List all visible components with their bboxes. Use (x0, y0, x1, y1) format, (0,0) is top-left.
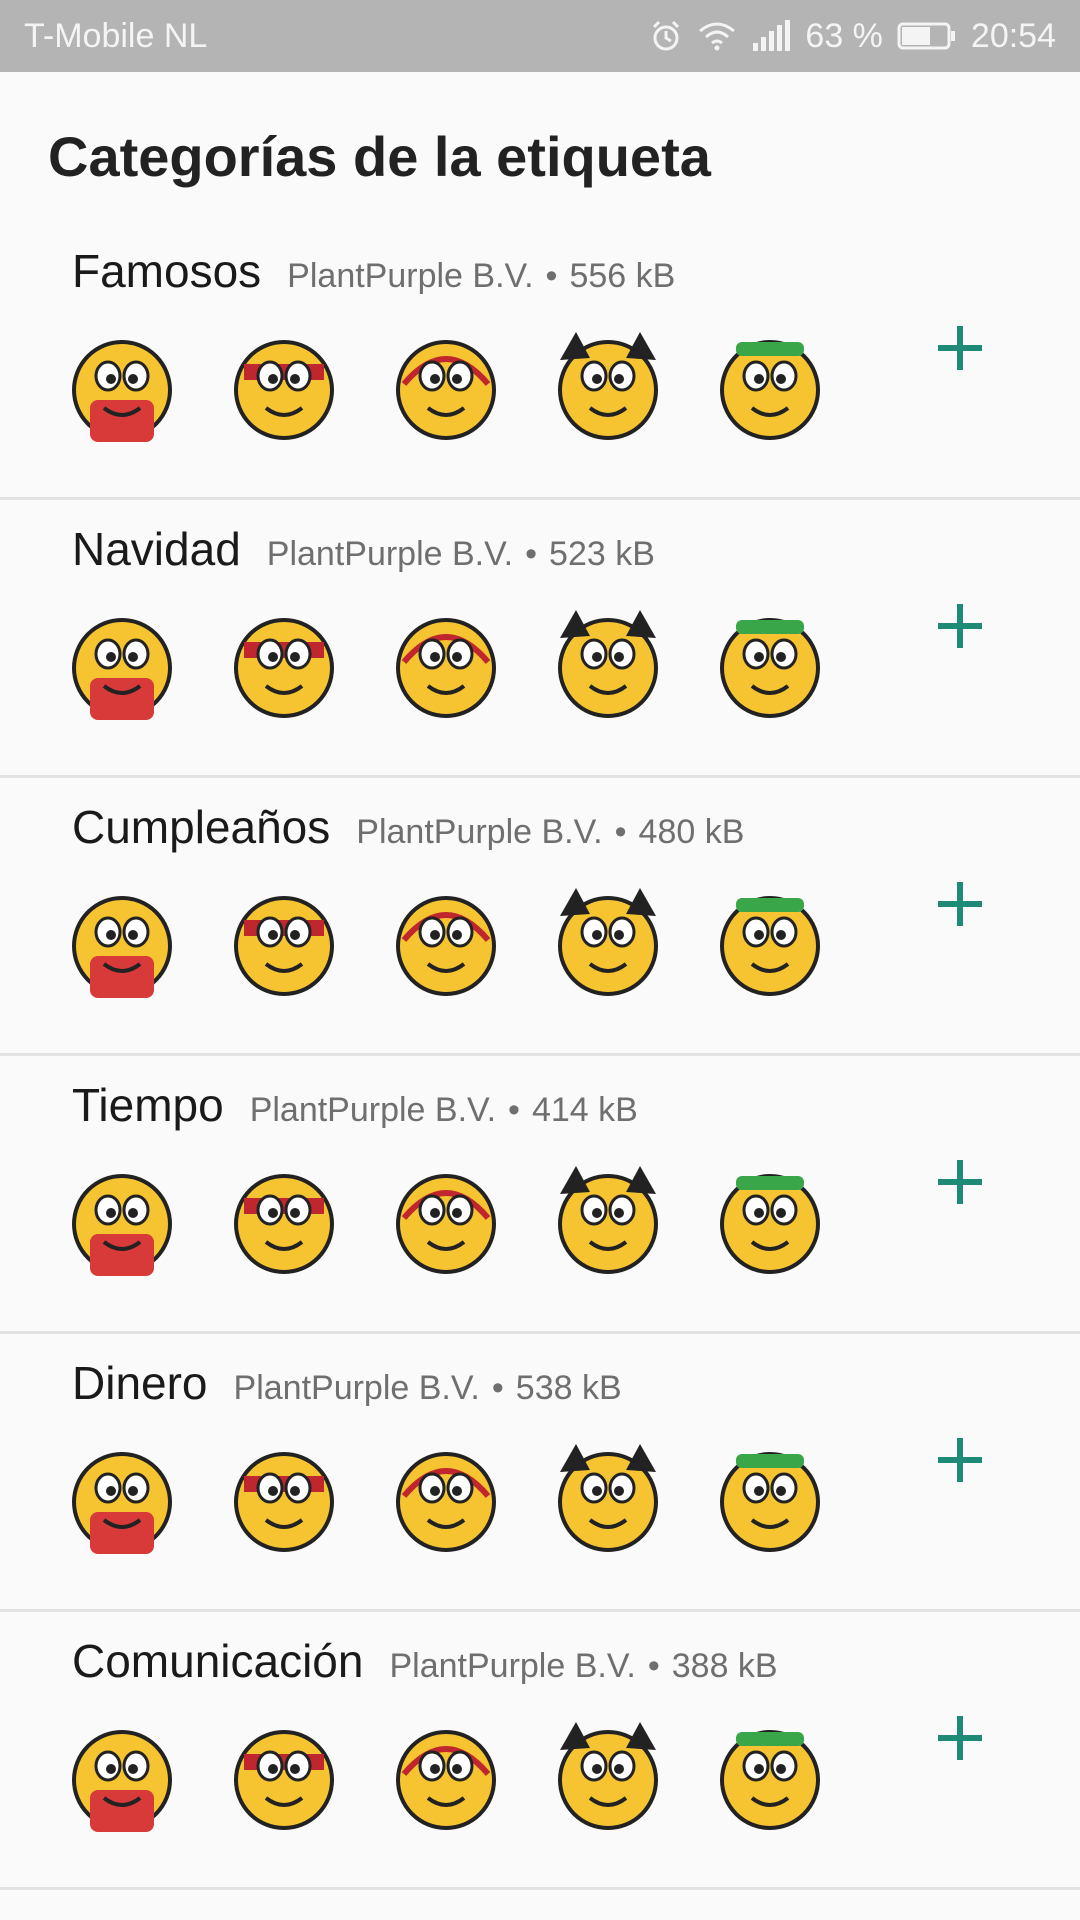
wifi-icon (699, 22, 736, 51)
superhero-emoji (72, 340, 172, 442)
carrier-label: T-Mobile NL (24, 16, 208, 55)
pack-size: 538 kB (515, 1369, 622, 1407)
crying-rain-emoji (396, 1174, 496, 1274)
category-meta: PlantPurple B.V. • 480 kB (356, 813, 745, 851)
add-pack-button[interactable] (930, 874, 990, 934)
pack-size: 414 kB (531, 1091, 638, 1129)
alarm-icon (653, 20, 680, 51)
category-name: Navidad (72, 523, 241, 575)
category-section-dinero[interactable]: Dinero PlantPurple B.V. • 538 kB (0, 1334, 1080, 1612)
category-header: Tiempo PlantPurple B.V. • 414 kB (72, 1078, 638, 1132)
publisher: PlantPurple B.V. (389, 1647, 636, 1685)
ninja-emoji (234, 340, 334, 440)
candy-cane-emoji (720, 618, 820, 718)
santa-chimney-emoji (558, 610, 658, 718)
rainbow-emoji (720, 1174, 820, 1274)
category-header: Famosos PlantPurple B.V. • 556 kB (72, 244, 675, 298)
category-section-navidad[interactable]: Navidad PlantPurple B.V. • 523 kB (0, 500, 1080, 778)
add-pack-button[interactable] (930, 1152, 990, 1212)
pack-size: 480 kB (638, 813, 745, 851)
santa-hat-emoji (234, 618, 334, 718)
rain-umbrella-emoji (234, 1174, 334, 1274)
instagram-camera-emoji (720, 1730, 820, 1830)
money-drip-emoji (558, 1444, 658, 1552)
grinning-diamond-emoji (720, 1452, 820, 1552)
sticker-row (60, 1714, 832, 1838)
category-header: Comunicación PlantPurple B.V. • 388 kB (72, 1634, 778, 1688)
category-section-famosos[interactable]: Famosos PlantPurple B.V. • 556 kB (0, 222, 1080, 500)
category-name: Cumpleaños (72, 801, 331, 853)
page-title: Categorías de la etiqueta (48, 125, 711, 188)
category-meta: PlantPurple B.V. • 556 kB (287, 257, 676, 295)
pack-size: 556 kB (569, 257, 676, 295)
stocking-emoji (396, 618, 496, 718)
category-name: Tiempo (72, 1079, 224, 1131)
follow-me-emoji (396, 1730, 496, 1830)
money-rain-emoji (234, 1452, 334, 1552)
category-header: Cumpleaños PlantPurple B.V. • 480 kB (72, 800, 744, 854)
clock: 20:54 (970, 16, 1056, 55)
add-pack-button[interactable] (930, 318, 990, 378)
status-bar: T-Mobile NL 63 % 20:54 (0, 0, 1080, 72)
publisher: PlantPurple B.V. (249, 1091, 497, 1129)
category-meta: PlantPurple B.V. • 388 kB (389, 1647, 778, 1685)
category-section-cumpleanos[interactable]: Cumpleaños PlantPurple B.V. • 480 kB (0, 778, 1080, 1056)
blowing-candles-emoji (720, 896, 820, 996)
category-section-tiempo[interactable]: Tiempo PlantPurple B.V. • 414 kB (0, 1056, 1080, 1334)
umbrella-emoji (72, 1174, 172, 1276)
storm-cloud-emoji (558, 1166, 658, 1274)
category-meta: PlantPurple B.V. • 538 kB (233, 1369, 622, 1407)
add-pack-button[interactable] (930, 596, 990, 656)
computer-screen-emoji (234, 1730, 334, 1830)
category-meta: PlantPurple B.V. • 523 kB (266, 535, 655, 573)
category-meta: PlantPurple B.V. • 414 kB (249, 1091, 638, 1129)
sticker-row (60, 324, 832, 448)
add-pack-button[interactable] (930, 1708, 990, 1768)
birthday-cake-emoji (72, 896, 172, 998)
category-name: Famosos (72, 245, 262, 297)
sticker-row (60, 602, 832, 726)
pack-size: 388 kB (671, 1647, 778, 1685)
christmas-tree-emoji (72, 618, 172, 720)
sticker-row (60, 880, 832, 1004)
pack-size: 523 kB (549, 535, 655, 573)
publisher: PlantPurple B.V. (356, 813, 603, 851)
category-header: Dinero PlantPurple B.V. • 538 kB (72, 1356, 622, 1410)
publisher: PlantPurple B.V. (233, 1369, 480, 1407)
status-icons: 63 % 20:54 (649, 17, 1056, 56)
battery-percent: 63 % (805, 16, 883, 55)
signal-icon (753, 20, 791, 51)
happy-birthday-shirt-emoji (234, 896, 334, 996)
money-coins-emoji (72, 1452, 172, 1554)
publisher: PlantPurple B.V. (287, 257, 534, 295)
sticker-row (60, 1158, 832, 1282)
presents-emoji (558, 888, 658, 996)
add-pack-button[interactable] (930, 1430, 990, 1490)
foursquare-shirt-emoji (558, 1722, 658, 1830)
category-section-comunicacion[interactable]: Comunicación PlantPurple B.V. • 388 kB (0, 1612, 1080, 1890)
category-name: Comunicación (72, 1635, 364, 1687)
battery-icon (897, 22, 955, 50)
facebook-like-emoji (72, 1730, 172, 1832)
bat-hero-emoji (558, 332, 658, 440)
category-name: Dinero (72, 1357, 208, 1409)
sticker-row (60, 1436, 832, 1560)
birthday-card-emoji (396, 896, 496, 996)
green-hero-emoji (720, 340, 820, 440)
publisher: PlantPurple B.V. (266, 535, 514, 573)
green-money-emoji (396, 1452, 496, 1552)
spider-hero-emoji (396, 340, 496, 440)
category-header: Navidad PlantPurple B.V. • 523 kB (72, 522, 655, 576)
